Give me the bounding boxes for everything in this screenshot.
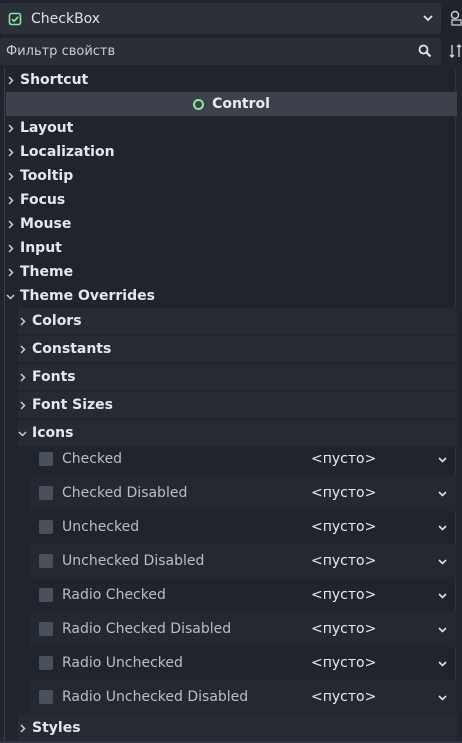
inspector-top-bar: CheckBox xyxy=(0,0,462,37)
override-checkbox[interactable] xyxy=(39,554,53,568)
chevron-down-icon xyxy=(6,293,15,300)
override-checkbox[interactable] xyxy=(39,690,53,704)
chevron-right-icon xyxy=(8,267,14,277)
section-shortcut[interactable]: Shortcut xyxy=(6,68,457,92)
section-label: Localization xyxy=(20,144,115,160)
section-layout[interactable]: Layout xyxy=(6,116,457,140)
chevron-right-icon xyxy=(20,344,26,354)
override-checkbox[interactable] xyxy=(39,588,53,602)
subsection-constants[interactable]: Constants xyxy=(18,336,457,362)
section-label: Layout xyxy=(20,120,74,136)
property-row-radio-unchecked-disabled: Radio Unchecked Disabled <пусто> xyxy=(30,680,457,714)
chevron-right-icon xyxy=(20,316,26,326)
control-node-icon xyxy=(193,98,205,110)
chevron-down-icon xyxy=(423,15,433,22)
chevron-right-icon xyxy=(8,171,14,181)
section-focus[interactable]: Focus xyxy=(6,188,457,212)
property-name: Unchecked Disabled xyxy=(62,553,205,569)
chevron-right-icon xyxy=(8,195,14,205)
node-selector[interactable]: CheckBox xyxy=(0,3,441,34)
section-theme-overrides[interactable]: Theme Overrides xyxy=(6,284,457,308)
property-name: Checked Disabled xyxy=(62,485,188,501)
inspector-panel: Shortcut Control Layout Localization Too… xyxy=(0,68,462,743)
property-value[interactable]: <пусто> xyxy=(311,485,376,501)
property-value[interactable]: <пусто> xyxy=(311,621,376,637)
subsection-label: Icons xyxy=(32,425,74,441)
override-checkbox[interactable] xyxy=(39,452,53,466)
override-checkbox[interactable] xyxy=(39,656,53,670)
chevron-right-icon xyxy=(8,219,14,229)
subsection-label: Colors xyxy=(32,313,82,329)
property-value[interactable]: <пусто> xyxy=(311,689,376,705)
chevron-down-icon[interactable] xyxy=(437,454,448,465)
category-label: Control xyxy=(212,96,270,112)
node-name: CheckBox xyxy=(31,10,101,27)
section-label: Focus xyxy=(20,192,66,208)
checkbox-icon xyxy=(8,12,22,25)
chevron-down-icon[interactable] xyxy=(437,556,448,567)
property-value[interactable]: <пусто> xyxy=(311,655,376,671)
chevron-down-icon[interactable] xyxy=(437,692,448,703)
chevron-right-icon xyxy=(20,372,26,382)
property-row-checked-disabled: Checked Disabled <пусто> xyxy=(30,476,457,510)
section-label: Theme xyxy=(20,264,74,280)
property-value[interactable]: <пусто> xyxy=(311,587,376,603)
section-input[interactable]: Input xyxy=(6,236,457,260)
subsection-label: Styles xyxy=(32,720,81,736)
subsection-styles[interactable]: Styles xyxy=(18,715,457,741)
section-mouse[interactable]: Mouse xyxy=(6,212,457,236)
chevron-down-icon[interactable] xyxy=(437,488,448,499)
section-theme[interactable]: Theme xyxy=(6,260,457,284)
control-category-header: Control xyxy=(6,92,457,116)
chevron-down-icon xyxy=(18,430,27,437)
override-checkbox[interactable] xyxy=(39,486,53,500)
property-value[interactable]: <пусто> xyxy=(311,553,376,569)
section-label: Tooltip xyxy=(20,168,74,184)
section-localization[interactable]: Localization xyxy=(6,140,457,164)
chevron-down-icon[interactable] xyxy=(437,624,448,635)
search-icon[interactable] xyxy=(418,44,432,58)
section-tooltip[interactable]: Tooltip xyxy=(6,164,457,188)
chevron-right-icon xyxy=(8,243,14,253)
chevron-right-icon xyxy=(20,723,26,733)
sort-icon[interactable] xyxy=(449,43,462,59)
property-row-radio-checked: Radio Checked <пусто> xyxy=(30,578,457,612)
subsection-label: Fonts xyxy=(32,369,76,385)
property-value[interactable]: <пусто> xyxy=(311,519,376,535)
property-name: Checked xyxy=(62,451,123,467)
section-label: Input xyxy=(20,240,62,256)
property-row-radio-checked-disabled: Radio Checked Disabled <пусто> xyxy=(30,612,457,646)
chevron-down-icon[interactable] xyxy=(437,590,448,601)
section-label: Shortcut xyxy=(20,72,89,88)
property-filter[interactable] xyxy=(0,38,441,65)
override-checkbox[interactable] xyxy=(39,622,53,636)
subsection-fonts[interactable]: Fonts xyxy=(18,364,457,390)
property-row-checked: Checked <пусто> xyxy=(30,442,457,476)
chevron-down-icon[interactable] xyxy=(437,658,448,669)
filter-input[interactable] xyxy=(6,44,406,59)
subsection-label: Font Sizes xyxy=(32,397,114,413)
subsection-label: Constants xyxy=(32,341,112,357)
signals-icon[interactable] xyxy=(449,10,462,26)
subsection-colors[interactable]: Colors xyxy=(18,308,457,334)
property-value[interactable]: <пусто> xyxy=(311,451,376,467)
section-label: Theme Overrides xyxy=(20,288,155,304)
chevron-right-icon xyxy=(8,123,14,133)
property-row-radio-unchecked: Radio Unchecked <пусто> xyxy=(30,646,457,680)
property-name: Radio Checked xyxy=(62,587,166,603)
property-name: Unchecked xyxy=(62,519,140,535)
property-name: Radio Checked Disabled xyxy=(62,621,232,637)
chevron-right-icon xyxy=(8,147,14,157)
property-row-unchecked-disabled: Unchecked Disabled <пусто> xyxy=(30,544,457,578)
section-label: Mouse xyxy=(20,216,72,232)
property-name: Radio Unchecked Disabled xyxy=(62,689,249,705)
property-row-unchecked: Unchecked <пусто> xyxy=(30,510,457,544)
chevron-right-icon xyxy=(8,75,14,85)
property-name: Radio Unchecked xyxy=(62,655,183,671)
override-checkbox[interactable] xyxy=(39,520,53,534)
chevron-right-icon xyxy=(20,400,26,410)
subsection-font-sizes[interactable]: Font Sizes xyxy=(18,392,457,418)
chevron-down-icon[interactable] xyxy=(437,522,448,533)
